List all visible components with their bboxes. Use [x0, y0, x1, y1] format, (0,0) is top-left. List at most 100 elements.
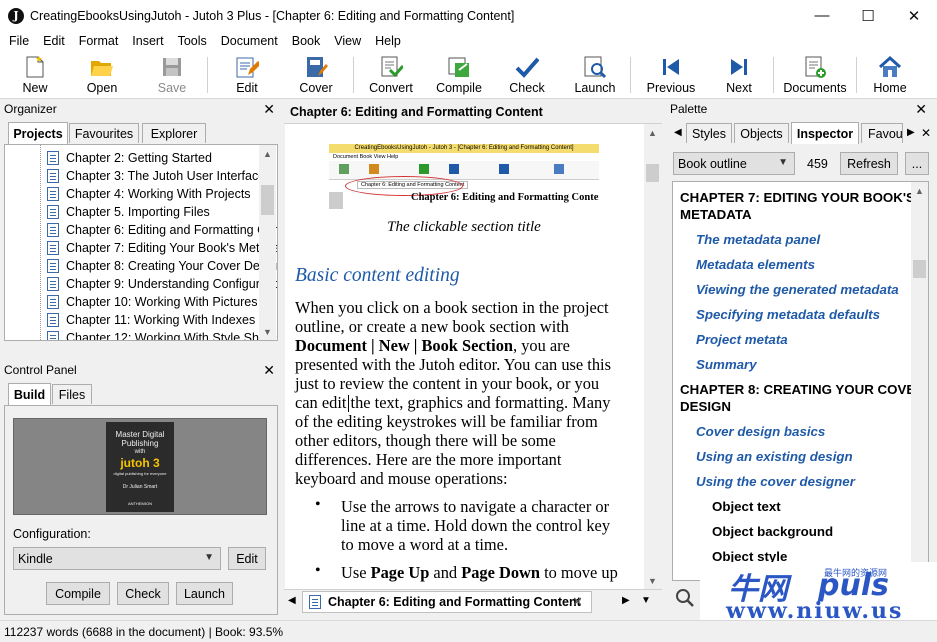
menu-file[interactable]: File	[2, 34, 36, 48]
document-tab[interactable]: Chapter 6: Editing and Formatting Conten…	[302, 591, 592, 613]
check-button[interactable]: Check	[508, 54, 546, 98]
tree-item[interactable]: Chapter 7: Editing Your Book's Metadata	[47, 239, 277, 257]
outline-section[interactable]: The metadata panel	[696, 232, 820, 247]
outline-mode-select[interactable]: Book outline ▼	[673, 152, 795, 175]
menu-edit[interactable]: Edit	[36, 34, 72, 48]
compile-button[interactable]: Compile	[434, 54, 484, 98]
tab-explorer[interactable]: Explorer	[142, 123, 206, 143]
project-outline-tree[interactable]: Chapter 2: Getting Started Chapter 3: Th…	[4, 144, 278, 341]
tab-favourites[interactable]: Favou	[861, 123, 903, 143]
outline-section[interactable]: Summary	[696, 357, 757, 372]
outline-section[interactable]: Project metata	[696, 332, 788, 347]
cover-button[interactable]: Cover	[296, 54, 336, 98]
tree-item[interactable]: Chapter 12: Working With Style Sheets	[47, 329, 277, 340]
tab-close-icon[interactable]: ✕	[572, 594, 583, 610]
maximize-button[interactable]: ☐	[845, 0, 891, 31]
outline-scrollbar[interactable]: ▲	[911, 182, 928, 580]
tree-item[interactable]: Chapter 11: Working With Indexes	[47, 311, 255, 329]
launch-build-button[interactable]: Launch	[176, 582, 233, 605]
tree-item-selected[interactable]: Chapter 6: Editing and Formatting Conten…	[47, 221, 277, 239]
tree-item[interactable]: Chapter 5. Importing Files	[47, 203, 210, 221]
convert-button[interactable]: Convert	[367, 54, 415, 98]
tab-favourites[interactable]: Favourites	[69, 123, 139, 143]
scroll-up-icon[interactable]: ▲	[644, 124, 661, 141]
tab-projects[interactable]: Projects	[8, 122, 68, 144]
tree-item[interactable]: Chapter 3: The Jutoh User Interface	[47, 167, 265, 185]
scrollbar-thumb[interactable]	[646, 164, 659, 182]
tab-scroll-left-icon[interactable]: ◀	[674, 127, 682, 138]
disk-icon	[159, 54, 185, 80]
tree-line	[40, 145, 41, 340]
documents-button[interactable]: Documents	[783, 54, 847, 98]
menu-tools[interactable]: Tools	[171, 34, 214, 48]
outline-section[interactable]: Viewing the generated metadata	[696, 282, 899, 297]
outline-chapter[interactable]: CHAPTER 8: CREATING YOUR COVER	[680, 382, 925, 397]
outline-chapter[interactable]: METADATA	[680, 207, 752, 222]
menu-format[interactable]: Format	[72, 34, 126, 48]
tab-styles[interactable]: Styles	[686, 123, 732, 143]
outline-section[interactable]: Cover design basics	[696, 424, 825, 439]
tab-scroll-right-icon[interactable]: ▶	[622, 595, 630, 606]
check-build-button[interactable]: Check	[117, 582, 169, 605]
outline-section[interactable]: Using the cover designer	[696, 474, 855, 489]
refresh-button[interactable]: Refresh	[840, 152, 898, 175]
tree-item[interactable]: Chapter 9: Understanding Configurations	[47, 275, 277, 293]
compile-icon	[446, 54, 472, 80]
section-heading: Basic content editing	[295, 265, 460, 286]
outline-section[interactable]: Metadata elements	[696, 257, 815, 272]
organizer-close-icon[interactable]: ✕	[263, 100, 275, 118]
close-icon[interactable]: ✕	[921, 126, 931, 140]
open-button[interactable]: Open	[85, 54, 119, 98]
compile-build-button[interactable]: Compile	[46, 582, 110, 605]
tree-item[interactable]: Chapter 8: Creating Your Cover Design	[47, 257, 277, 275]
scroll-up-icon[interactable]: ▲	[911, 182, 928, 199]
scroll-up-icon[interactable]: ▲	[259, 145, 276, 162]
save-button[interactable]: Save	[155, 54, 189, 98]
palette-close-icon[interactable]: ✕	[915, 100, 927, 118]
minimize-button[interactable]: —	[799, 0, 845, 31]
outline-subsection[interactable]: Object background	[712, 524, 833, 539]
outline-chapter[interactable]: CHAPTER 7: EDITING YOUR BOOK'S	[680, 190, 915, 205]
tab-menu-icon[interactable]: ▼	[641, 595, 651, 606]
editor-content[interactable]: CreatingEbooksUsingJutoh - Jutoh 3 - [Ch…	[285, 124, 661, 589]
scroll-down-icon[interactable]: ▼	[259, 323, 276, 340]
menu-book[interactable]: Book	[285, 34, 328, 48]
outline-chapter[interactable]: DESIGN	[680, 399, 731, 414]
tab-scroll-left-icon[interactable]: ◀	[288, 595, 296, 606]
organizer-scrollbar[interactable]: ▲ ▼	[259, 145, 276, 340]
menu-document[interactable]: Document	[214, 34, 285, 48]
menu-help[interactable]: Help	[368, 34, 408, 48]
tab-objects[interactable]: Objects	[734, 123, 789, 143]
menu-insert[interactable]: Insert	[125, 34, 170, 48]
tab-scroll-right-icon[interactable]: ▶	[907, 127, 915, 138]
tree-item[interactable]: Chapter 10: Working With Pictures	[47, 293, 258, 311]
tab-build[interactable]: Build	[8, 383, 51, 405]
cover-preview: Master Digital Publishing with jutoh 3 d…	[13, 418, 267, 515]
next-button[interactable]: Next	[722, 54, 756, 98]
configuration-edit-button[interactable]: Edit	[228, 547, 266, 570]
close-button[interactable]: ✕	[891, 0, 937, 31]
configuration-select[interactable]: Kindle ▼	[13, 547, 221, 570]
control-panel-close-icon[interactable]: ✕	[263, 361, 275, 379]
tree-item[interactable]: Chapter 2: Getting Started	[47, 149, 212, 167]
book-outline[interactable]: CHAPTER 7: EDITING YOUR BOOK'S METADATA …	[672, 181, 929, 581]
search-icon[interactable]	[674, 587, 696, 609]
editor-scrollbar[interactable]: ▲ ▼	[644, 124, 661, 589]
home-button[interactable]: Home	[870, 54, 910, 98]
tree-item[interactable]: Chapter 4: Working With Projects	[47, 185, 251, 203]
outline-section[interactable]: Specifying metadata defaults	[696, 307, 880, 322]
outline-section[interactable]: Using an existing design	[696, 449, 853, 464]
tab-inspector[interactable]: Inspector	[791, 122, 859, 144]
scroll-down-icon[interactable]: ▼	[644, 572, 661, 589]
scrollbar-thumb[interactable]	[913, 260, 926, 278]
scrollbar-thumb[interactable]	[261, 185, 274, 215]
launch-button[interactable]: Launch	[573, 54, 617, 98]
outline-subsection[interactable]: Object text	[712, 499, 781, 514]
tab-files[interactable]: Files	[52, 384, 92, 404]
bullet-line: to move a word at a time.	[341, 535, 509, 554]
previous-button[interactable]: Previous	[646, 54, 696, 98]
edit-button[interactable]: Edit	[230, 54, 264, 98]
new-button[interactable]: New	[18, 54, 52, 98]
menu-view[interactable]: View	[327, 34, 368, 48]
more-options-button[interactable]: ...	[905, 152, 929, 175]
